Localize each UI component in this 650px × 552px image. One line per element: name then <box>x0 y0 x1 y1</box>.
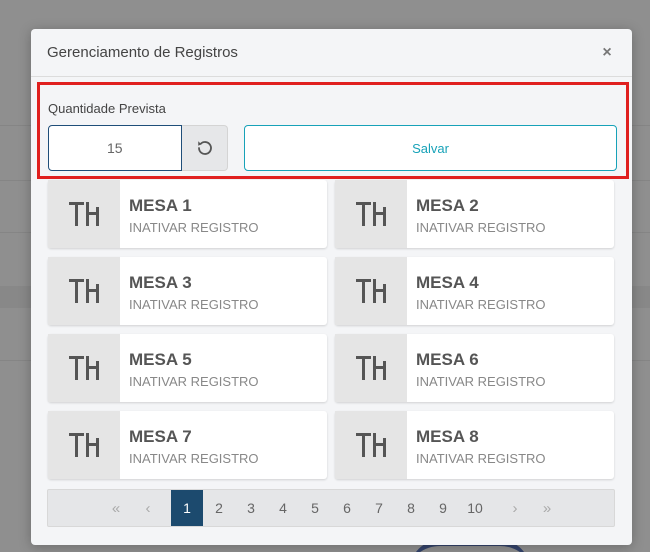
table-card-title: MESA 2 <box>416 196 479 215</box>
page-button[interactable]: 4 <box>267 490 299 526</box>
table-chairs-icon-box <box>48 334 120 402</box>
table-card-title: MESA 4 <box>416 273 479 292</box>
table-chairs-icon-box <box>335 411 407 479</box>
table-chairs-icon <box>354 199 388 229</box>
table-card-inactivate-link[interactable]: INATIVAR REGISTRO <box>416 374 546 389</box>
table-card-title: MESA 3 <box>129 273 192 292</box>
records-modal: Gerenciamento de Registros × Quantidade … <box>31 29 632 545</box>
table-card-inactivate-link[interactable]: INATIVAR REGISTRO <box>416 451 546 466</box>
table-chairs-icon-box <box>48 180 120 248</box>
page-button[interactable]: 7 <box>363 490 395 526</box>
next-page-button[interactable]: › <box>499 490 531 526</box>
table-chairs-icon-box <box>335 257 407 325</box>
table-chairs-icon-box <box>335 180 407 248</box>
table-card-inactivate-link[interactable]: INATIVAR REGISTRO <box>129 220 259 235</box>
reset-icon <box>197 141 212 155</box>
table-card[interactable]: MESA 4 INATIVAR REGISTRO <box>335 257 614 325</box>
table-card[interactable]: MESA 7 INATIVAR REGISTRO <box>48 411 327 479</box>
table-chairs-icon-box <box>335 334 407 402</box>
table-chairs-icon <box>67 353 101 383</box>
table-chairs-icon <box>354 353 388 383</box>
table-card[interactable]: MESA 1 INATIVAR REGISTRO <box>48 180 327 248</box>
table-card[interactable]: MESA 2 INATIVAR REGISTRO <box>335 180 614 248</box>
quantity-input[interactable] <box>48 125 182 171</box>
table-card-title: MESA 1 <box>129 196 192 215</box>
page-button[interactable]: 9 <box>427 490 459 526</box>
table-card-title: MESA 7 <box>129 427 192 446</box>
table-card-title: MESA 8 <box>416 427 479 446</box>
modal-header: Gerenciamento de Registros × <box>31 29 632 77</box>
modal-title: Gerenciamento de Registros <box>47 44 238 61</box>
reset-button[interactable] <box>182 125 228 171</box>
table-card-inactivate-link[interactable]: INATIVAR REGISTRO <box>416 297 546 312</box>
table-card-title: MESA 6 <box>416 350 479 369</box>
page-button[interactable]: 10 <box>459 490 491 526</box>
table-card-inactivate-link[interactable]: INATIVAR REGISTRO <box>416 220 546 235</box>
page-button[interactable]: 1 <box>171 490 203 526</box>
table-card-title: MESA 5 <box>129 350 192 369</box>
first-page-button[interactable]: « <box>100 490 132 526</box>
table-card[interactable]: MESA 3 INATIVAR REGISTRO <box>48 257 327 325</box>
save-button[interactable]: Salvar <box>244 125 617 171</box>
table-chairs-icon <box>67 430 101 460</box>
page-button[interactable]: 3 <box>235 490 267 526</box>
table-card[interactable]: MESA 6 INATIVAR REGISTRO <box>335 334 614 402</box>
pagination: « ‹ 1 2 3 4 5 6 7 8 9 10 › » <box>47 489 615 527</box>
quantity-section: Quantidade Prevista Salvar <box>37 82 629 179</box>
page-button[interactable]: 5 <box>299 490 331 526</box>
table-chairs-icon <box>67 199 101 229</box>
quantity-label: Quantidade Prevista <box>48 101 166 116</box>
table-card-inactivate-link[interactable]: INATIVAR REGISTRO <box>129 451 259 466</box>
page-button[interactable]: 6 <box>331 490 363 526</box>
page-button[interactable]: 2 <box>203 490 235 526</box>
table-chairs-icon-box <box>48 257 120 325</box>
table-chairs-icon-box <box>48 411 120 479</box>
last-page-button[interactable]: » <box>531 490 563 526</box>
close-icon[interactable]: × <box>598 44 616 62</box>
table-card-inactivate-link[interactable]: INATIVAR REGISTRO <box>129 374 259 389</box>
prev-page-button[interactable]: ‹ <box>132 490 164 526</box>
table-card[interactable]: MESA 8 INATIVAR REGISTRO <box>335 411 614 479</box>
table-card-inactivate-link[interactable]: INATIVAR REGISTRO <box>129 297 259 312</box>
table-card[interactable]: MESA 5 INATIVAR REGISTRO <box>48 334 327 402</box>
table-chairs-icon <box>67 276 101 306</box>
page-button[interactable]: 8 <box>395 490 427 526</box>
table-chairs-icon <box>354 430 388 460</box>
table-chairs-icon <box>354 276 388 306</box>
